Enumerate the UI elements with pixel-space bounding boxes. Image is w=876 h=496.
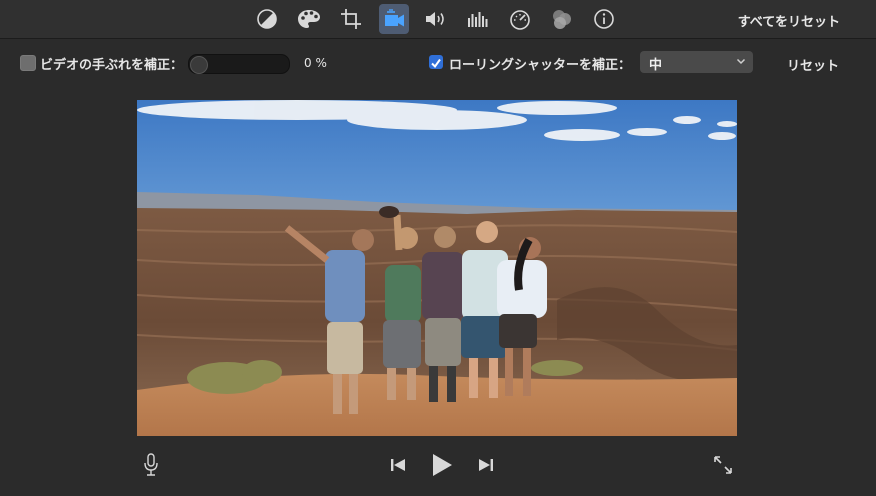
skip-back-button[interactable] [387, 454, 409, 476]
stabilization-button[interactable] [379, 4, 409, 34]
stabilize-slider-knob[interactable] [190, 56, 208, 74]
reset-all-button[interactable]: すべてをリセット [738, 11, 840, 30]
volume-icon [426, 12, 444, 26]
stabilize-percent: 0 % [304, 56, 327, 70]
play-button[interactable] [428, 450, 456, 480]
speed-icon [510, 10, 530, 30]
equalizer-button[interactable] [463, 4, 493, 34]
info-icon [594, 9, 614, 29]
clip-filter-icon [553, 10, 571, 29]
stabilization-options: ビデオの手ぶれを補正： 0 % ローリングシャッターを補正： 中 リセット [0, 39, 876, 87]
stabilize-slider[interactable] [188, 54, 290, 74]
video-frame-image [137, 100, 737, 436]
crop-icon [341, 9, 361, 29]
skip-back-icon [391, 459, 405, 471]
stabilization-icon [385, 9, 404, 27]
speed-button[interactable] [505, 4, 535, 34]
video-viewer[interactable] [137, 100, 737, 436]
play-icon [433, 454, 452, 476]
fullscreen-icon [714, 456, 732, 474]
fullscreen-button[interactable] [711, 453, 735, 477]
skip-forward-button[interactable] [475, 454, 497, 476]
rolling-shutter-value: 中 [649, 58, 663, 73]
info-button[interactable] [589, 4, 619, 34]
color-balance-icon [257, 9, 277, 29]
crop-button[interactable] [336, 4, 366, 34]
checkmark-icon [431, 58, 441, 69]
adjustments-toolbar: すべてをリセット [0, 0, 876, 39]
color-correction-icon [298, 10, 320, 28]
clip-filter-button[interactable] [547, 4, 577, 34]
rolling-shutter-checkbox[interactable] [429, 55, 443, 69]
voiceover-button[interactable] [140, 452, 162, 478]
skip-forward-icon [479, 459, 493, 471]
stabilize-label: ビデオの手ぶれを補正： [40, 58, 184, 73]
noise-reduction-equalizer-icon [468, 12, 488, 27]
stabilize-checkbox[interactable] [20, 55, 36, 71]
reset-button[interactable]: リセット [787, 55, 839, 74]
playback-controls [0, 440, 876, 496]
rolling-shutter-select[interactable]: 中 [640, 51, 753, 73]
microphone-icon [144, 453, 158, 476]
color-correction-button[interactable] [294, 4, 324, 34]
rolling-shutter-label: ローリングシャッターを補正： [449, 58, 632, 73]
volume-button[interactable] [421, 4, 451, 34]
chevron-down-icon [736, 58, 746, 65]
color-balance-button[interactable] [252, 4, 282, 34]
